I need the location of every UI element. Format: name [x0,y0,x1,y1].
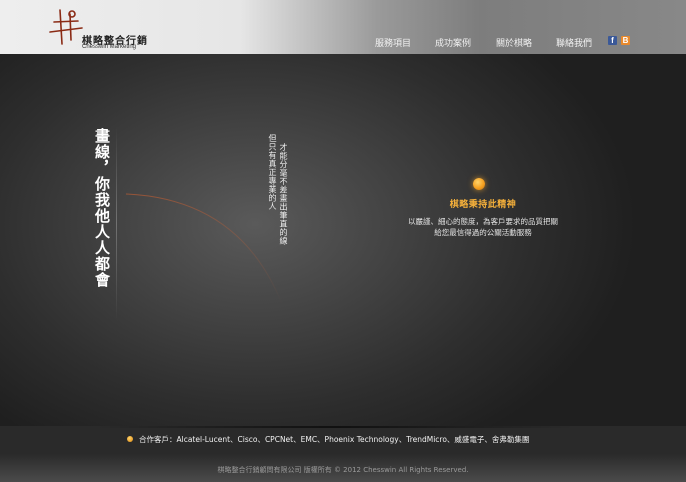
hero-stage: 畫線，你我他人人都會 才能分毫不差畫出筆直的線 但只有真正專業的人 棋略秉持此精… [0,54,686,426]
spirit-title: 棋略秉持此精神 [449,200,517,210]
partners-divider [95,426,575,428]
nav-contact[interactable]: 聯絡我們 [556,36,592,49]
vertical-divider [116,126,117,321]
hero-headline: 畫線，你我他人人都會 [93,128,111,288]
hero-subline-2: 但只有真正專業的人 [268,134,277,211]
nav-cases[interactable]: 成功案例 [435,36,471,49]
site-header: 棋略整合行銷 Chesswin Marketing 服務項目 成功案例 關於棋略… [0,0,686,54]
partners-list: 合作客戶：Alcatel-Lucent、Cisco、CPCNet、EMC、Pho… [139,435,530,444]
spirit-line-1: 以嚴謹、細心的態度，為客戶要求的品質把關 [408,217,558,226]
partners-bar: 合作客戶：Alcatel-Lucent、Cisco、CPCNet、EMC、Pho… [0,426,686,454]
nav-about[interactable]: 關於棋略 [496,36,532,49]
bullet-dot-icon [127,436,133,442]
nav-services[interactable]: 服務項目 [375,36,411,49]
hero-subline-1: 才能分毫不差畫出筆直的線 [279,143,288,245]
copyright-text: 棋略整合行銷顧問有限公司 版權所有 © 2012 Chesswin All Ri… [217,466,469,474]
main-nav: 服務項目 成功案例 關於棋略 聯絡我們 [0,36,686,52]
orange-dot-icon [473,178,485,190]
blog-icon[interactable]: B [621,36,630,45]
spirit-description: 以嚴謹、細心的態度，為客戶要求的品質把關 給您最信得過的公關活動服務 [383,216,583,238]
facebook-icon[interactable]: f [608,36,617,45]
site-footer: 棋略整合行銷顧問有限公司 版權所有 © 2012 Chesswin All Ri… [0,454,686,482]
spirit-line-2: 給您最信得過的公關活動服務 [434,228,532,237]
